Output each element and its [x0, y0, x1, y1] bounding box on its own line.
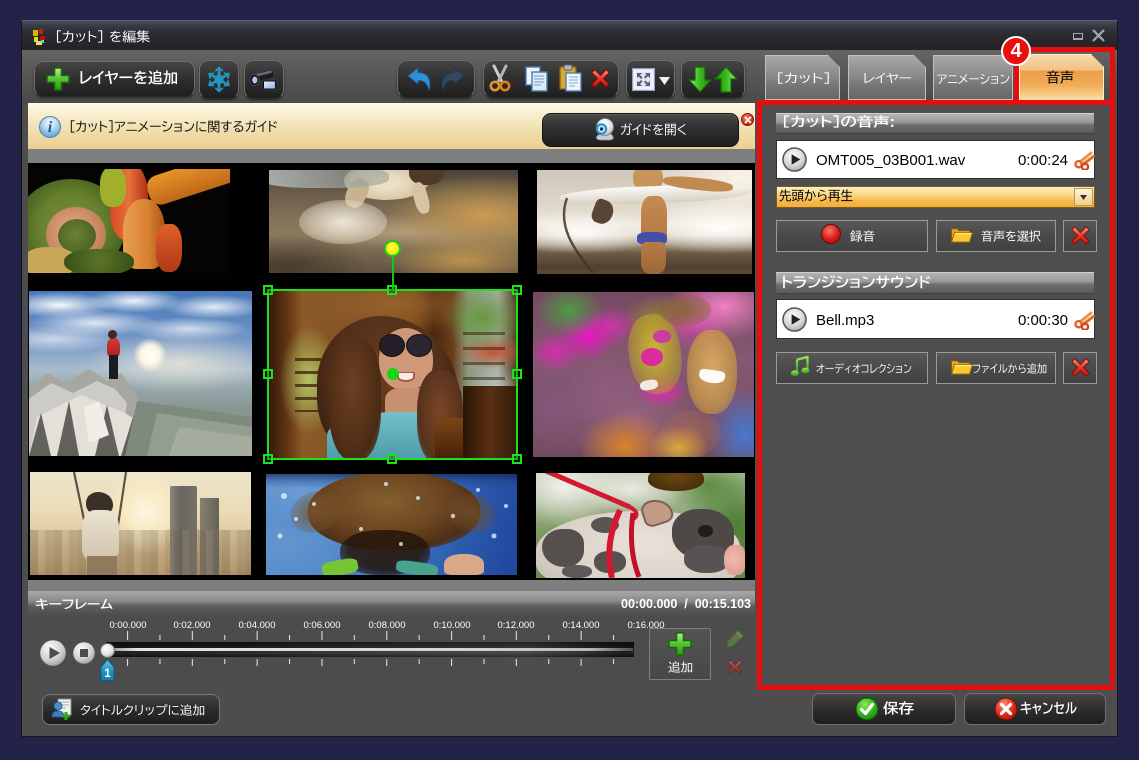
svg-text:1: 1	[104, 668, 111, 680]
